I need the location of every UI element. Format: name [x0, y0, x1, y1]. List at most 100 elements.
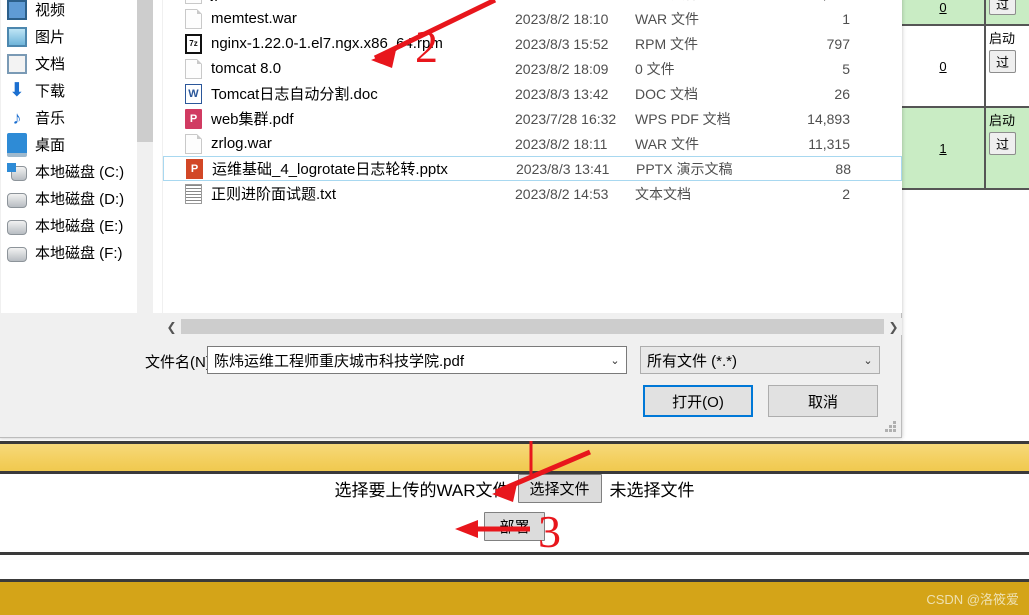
file-date: 2023/8/3 15:52 [515, 35, 609, 52]
file-size: 20,310 [770, 0, 850, 2]
table-row[interactable]: 7z nginx-1.22.0-1.el7.ngx.x86_64.rpm 2023… [163, 31, 902, 56]
deploy-button[interactable]: 部署 [484, 512, 545, 541]
file-open-dialog: 我的电脑 3D 对象 视频 图片 文档 ⬇ 下载 ♪ 音乐 桌面 [0, 0, 902, 438]
filename-row: 文件名(N): 陈炜运维工程师重庆城市科技学院.pdf ⌄ 所有文件 (*.*)… [0, 343, 901, 377]
generic-file-icon [185, 8, 202, 29]
expire-button[interactable]: 过 [989, 132, 1017, 155]
sidebar-item-label: 文档 [35, 56, 66, 73]
pdf-file-icon: P [185, 108, 202, 129]
file-type: 文本文档 [635, 185, 691, 202]
watermark: CSDN @洛筱爱 [926, 592, 1019, 607]
sidebar-item-drive-c[interactable]: 本地磁盘 (C:) [1, 158, 156, 185]
file-name: zrlog.war [211, 135, 272, 152]
sidebar-item-videos[interactable]: 视频 [1, 0, 156, 23]
filename-value[interactable]: 陈炜运维工程师重庆城市科技学院.pdf [208, 350, 604, 371]
sessions-count[interactable]: 1 [900, 108, 986, 188]
file-name-cell[interactable]: memtest.war [163, 8, 515, 29]
drive-icon [7, 243, 27, 263]
choose-file-button[interactable]: 选择文件 [517, 474, 602, 503]
pictures-icon [7, 26, 27, 47]
file-size: 2 [842, 185, 850, 202]
filter-value: 所有文件 (*.*) [647, 352, 738, 370]
file-date: 2023/8/2 18:09 [515, 60, 609, 77]
horizontal-scrollbar[interactable]: ❮ ❯ [163, 318, 902, 335]
file-size: 26 [834, 85, 850, 102]
file-size: 5 [842, 60, 850, 77]
open-button[interactable]: 打开(O) [643, 385, 753, 417]
table-row[interactable]: zrlog.war 2023/8/2 18:11 WAR 文件 11,315 [163, 131, 902, 156]
scroll-right-icon[interactable]: ❯ [885, 320, 902, 334]
table-row[interactable]: 0 启动 过 [900, 26, 1029, 108]
file-type: WAR 文件 [635, 10, 700, 27]
sidebar-item-label: 视频 [35, 2, 66, 19]
filename-label: 文件名(N): [145, 354, 215, 371]
file-status-text: 未选择文件 [609, 481, 695, 500]
cancel-button[interactable]: 取消 [768, 385, 878, 417]
table-row[interactable]: 正则进阶面试题.txt 2023/8/2 14:53 文本文档 2 [163, 181, 902, 206]
file-size: 797 [826, 35, 850, 52]
chevron-down-icon[interactable]: ⌄ [604, 354, 626, 367]
sidebar-item-drive-e[interactable]: 本地磁盘 (E:) [1, 212, 156, 239]
chevron-down-icon[interactable]: ⌄ [857, 354, 879, 367]
sessions-count[interactable]: 0 [900, 0, 986, 24]
sidebar-item-pictures[interactable]: 图片 [1, 23, 156, 50]
annotation-marker-2: 2 [415, 21, 438, 72]
file-name-cell[interactable]: P 运维基础_4_logrotate日志轮转.pptx [164, 158, 516, 179]
scroll-left-icon[interactable]: ❮ [163, 320, 180, 334]
table-row[interactable]: Pweb集群.pdf 2023/7/28 16:32 WPS PDF 文档 14… [163, 106, 902, 131]
file-date: 2023/8/2 18:10 [515, 10, 609, 27]
sessions-count[interactable]: 0 [900, 26, 986, 106]
sidebar-item-desktop[interactable]: 桌面 [1, 131, 156, 158]
upload-label: 选择要上传的WAR文件 [334, 481, 510, 500]
file-date: 2023/8/3 13:42 [515, 85, 609, 102]
nav-scrollbar[interactable] [137, 0, 153, 313]
sidebar-item-drive-d[interactable]: 本地磁盘 (D:) [1, 185, 156, 212]
table-row[interactable]: memtest.war 2023/8/2 18:10 WAR 文件 1 [163, 6, 902, 31]
desktop-icon [7, 132, 27, 157]
expire-button[interactable]: 过 [989, 50, 1017, 73]
upload-file-row: 选择要上传的WAR文件 选择文件 未选择文件 [334, 474, 695, 503]
file-type-filter-select[interactable]: 所有文件 (*.*) ⌄ [640, 346, 880, 374]
table-row[interactable]: 1 启动 过 [900, 108, 1029, 190]
row-actions: 过 [986, 0, 1029, 24]
table-row[interactable]: W Tomcat日志自动分割.doc 2023/8/3 13:42 DOC 文档 … [163, 81, 902, 106]
file-name-cell[interactable]: zrlog.war [163, 133, 515, 154]
file-name: Tomcat日志自动分割.doc [211, 86, 378, 103]
navigation-pane[interactable]: 我的电脑 3D 对象 视频 图片 文档 ⬇ 下载 ♪ 音乐 桌面 [1, 0, 156, 313]
nav-scrollbar-thumb[interactable] [137, 0, 153, 142]
file-name: 正则进阶面试题.txt [211, 186, 337, 203]
file-name-cell[interactable]: Pweb集群.pdf [163, 108, 515, 129]
file-name-cell[interactable]: W Tomcat日志自动分割.doc [163, 83, 515, 104]
sidebar-item-label: 桌面 [35, 137, 66, 154]
file-list-pane[interactable]: 名称 修改日期 类型 大小 apache-tomcat-8.5.70.tar.g… [163, 0, 902, 313]
table-row[interactable]: 0 过 [900, 0, 1029, 26]
videos-icon [7, 0, 27, 20]
horizontal-scrollbar-thumb[interactable] [181, 319, 884, 334]
system-drive-icon [7, 162, 27, 182]
table-row-selected[interactable]: P 运维基础_4_logrotate日志轮转.pptx 2023/8/3 13:4… [163, 156, 902, 181]
start-label[interactable]: 启动 [989, 28, 1015, 47]
text-file-icon [185, 183, 202, 204]
resize-grip-icon[interactable] [884, 421, 897, 434]
annotation-marker-3: 3 [538, 506, 561, 557]
sidebar-item-music[interactable]: ♪ 音乐 [1, 104, 156, 131]
downloads-icon: ⬇ [9, 79, 25, 101]
sidebar-item-label: 下载 [35, 83, 66, 100]
pane-divider[interactable] [156, 0, 162, 313]
powerpoint-file-icon: P [186, 158, 203, 179]
file-name-cell[interactable]: jpress-web-newest.war [163, 0, 515, 4]
file-name-cell[interactable]: tomcat 8.0 [163, 58, 515, 79]
filename-input[interactable]: 陈炜运维工程师重庆城市科技学院.pdf ⌄ [207, 346, 627, 374]
sidebar-item-documents[interactable]: 文档 [1, 50, 156, 77]
file-name: memtest.war [211, 10, 297, 27]
table-row[interactable]: tomcat 8.0 2023/8/2 18:09 0 文件 5 [163, 56, 902, 81]
sidebar-item-drive-f[interactable]: 本地磁盘 (F:) [1, 239, 156, 266]
generic-file-icon [185, 58, 202, 79]
file-name-cell[interactable]: 7z nginx-1.22.0-1.el7.ngx.x86_64.rpm [163, 33, 515, 54]
file-date: 2023/8/3 13:41 [516, 160, 610, 177]
sidebar-item-downloads[interactable]: ⬇ 下载 [1, 77, 156, 104]
file-name-cell[interactable]: 正则进阶面试题.txt [163, 183, 515, 204]
expire-button[interactable]: 过 [989, 0, 1017, 15]
start-label[interactable]: 启动 [989, 110, 1015, 129]
row-actions: 启动 过 [986, 108, 1029, 188]
